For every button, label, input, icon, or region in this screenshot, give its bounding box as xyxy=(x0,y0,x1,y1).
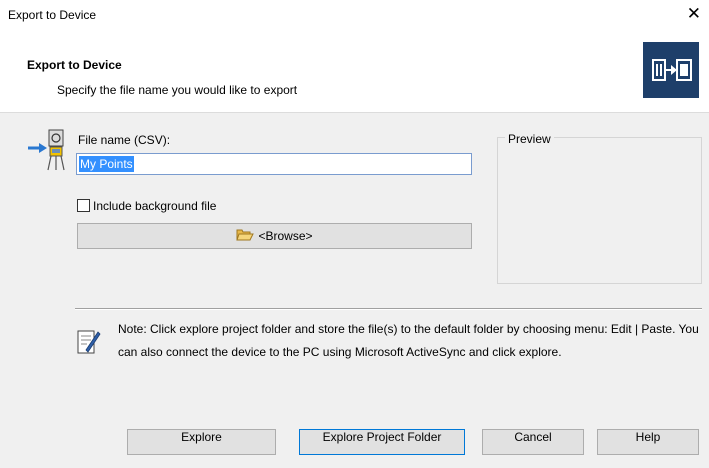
folder-open-icon xyxy=(236,226,255,241)
wizard-header: Export to Device Specify the file name y… xyxy=(0,30,709,113)
explore-button[interactable]: Explore xyxy=(127,429,276,455)
file-name-label: File name (CSV): xyxy=(78,133,171,147)
note-text: Note: Click explore project folder and s… xyxy=(118,322,699,359)
include-background-label[interactable]: Include background file xyxy=(93,199,216,213)
header-title: Export to Device xyxy=(27,58,122,72)
explore-project-folder-button[interactable]: Explore Project Folder xyxy=(299,429,465,455)
window-title: Export to Device xyxy=(8,8,97,22)
preview-label: Preview xyxy=(505,132,554,146)
file-name-value: My Points xyxy=(79,156,134,172)
cancel-button[interactable]: Cancel xyxy=(482,429,584,455)
note-icon xyxy=(77,328,101,356)
help-button[interactable]: Help xyxy=(597,429,699,455)
divider xyxy=(75,308,702,310)
file-name-input[interactable]: My Points xyxy=(76,153,472,175)
browse-label: <Browse> xyxy=(258,229,313,243)
dialog-body: File name (CSV): My Points Include backg… xyxy=(0,113,709,468)
header-subtitle: Specify the file name you would like to … xyxy=(57,83,298,97)
close-icon[interactable]: ✕ xyxy=(687,5,701,23)
browse-button[interactable]: <Browse> xyxy=(77,223,472,249)
include-background-checkbox[interactable] xyxy=(77,199,90,212)
preview-panel xyxy=(497,137,702,284)
title-bar: Export to Device ✕ xyxy=(0,0,709,30)
export-device-icon xyxy=(643,42,699,98)
survey-device-icon xyxy=(27,126,71,174)
